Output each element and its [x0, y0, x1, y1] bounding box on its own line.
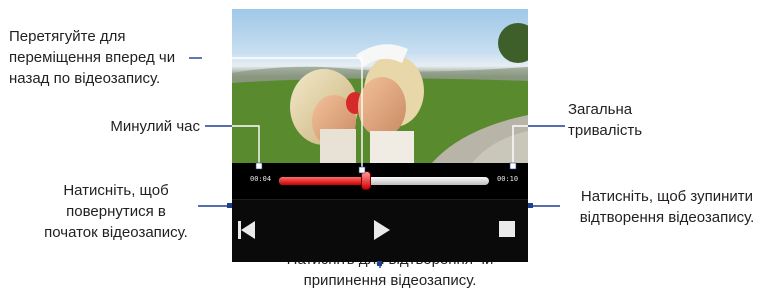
callout-lines: [189, 57, 565, 268]
